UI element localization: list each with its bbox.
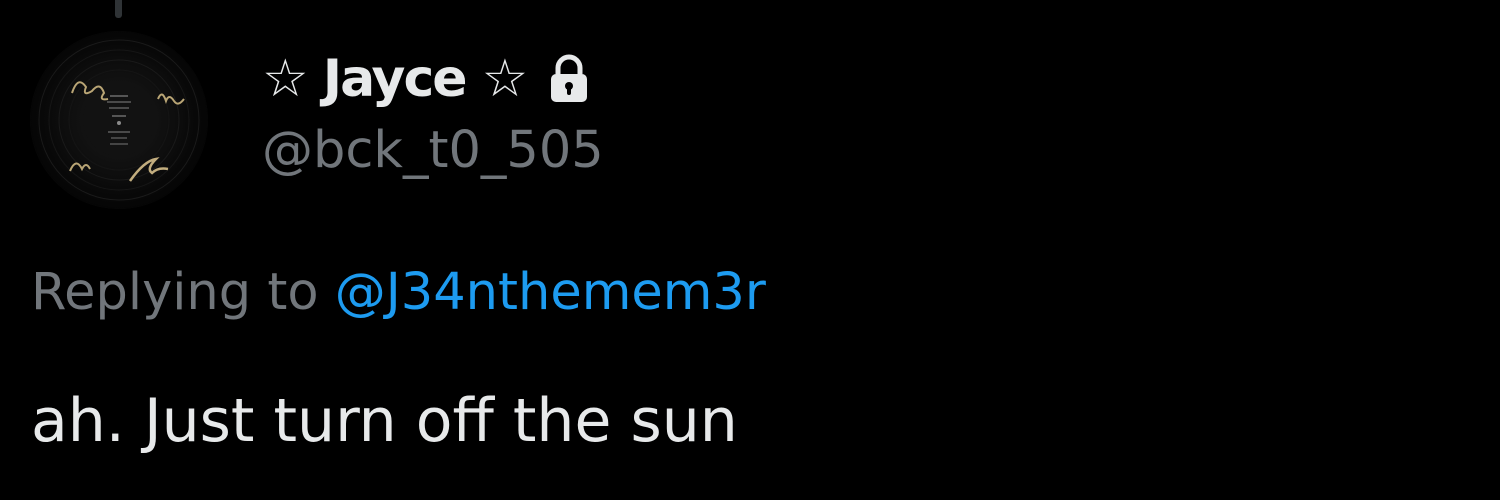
tweet-container: ☆ Jayce ☆ @bck_t0_505 Replying to @J34nt…	[0, 0, 1500, 500]
vinyl-record-avatar-icon	[30, 31, 208, 209]
user-info: ☆ Jayce ☆ @bck_t0_505	[262, 44, 604, 186]
display-name[interactable]: ☆ Jayce ☆	[262, 44, 528, 114]
name-row: ☆ Jayce ☆	[262, 44, 604, 114]
replying-to: Replying to @J34nthemem3r	[31, 258, 766, 328]
lock-icon	[548, 54, 590, 104]
tweet-text: ah. Just turn off the sun	[31, 386, 738, 456]
avatar[interactable]	[30, 31, 208, 209]
reply-target-link[interactable]: @J34nthemem3r	[335, 263, 766, 322]
thread-connector-line	[115, 0, 122, 18]
user-handle[interactable]: @bck_t0_505	[262, 116, 604, 186]
replying-to-label: Replying to	[31, 263, 335, 322]
